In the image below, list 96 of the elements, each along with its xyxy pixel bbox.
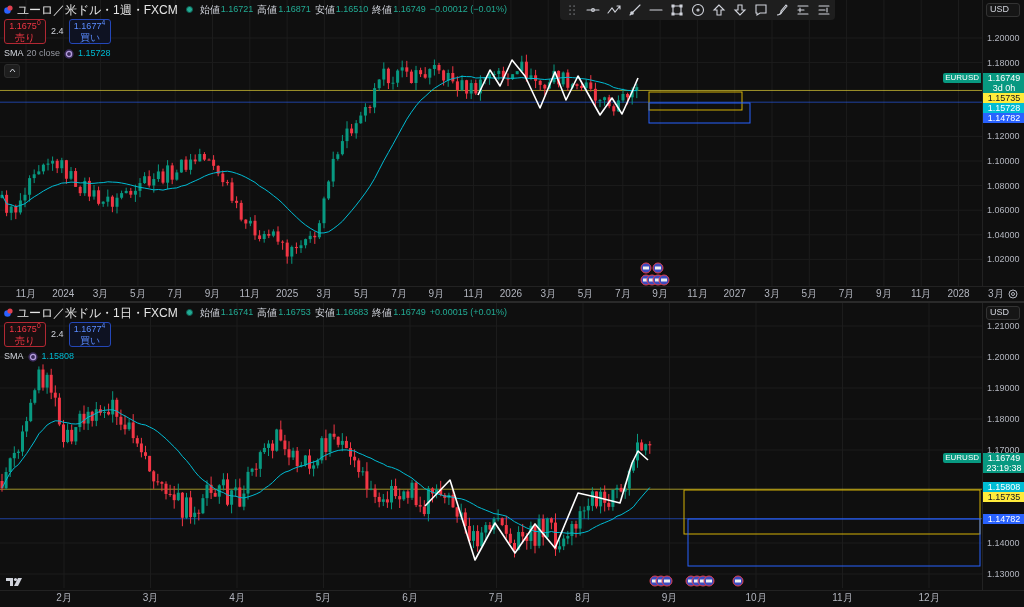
time-tick: 6月 bbox=[402, 592, 418, 604]
indicator-value: 1.15808 bbox=[41, 350, 75, 363]
last-price-label: 1.16749 23:19:38 bbox=[983, 452, 1024, 473]
ohlc-value: 1.16721 bbox=[220, 2, 254, 16]
time-tick: 11月 bbox=[15, 288, 37, 300]
ohlc-label: 始値 bbox=[199, 306, 220, 320]
last-price-label: 1.16749 3d 0h bbox=[983, 73, 1024, 93]
time-tick: 3月 bbox=[764, 288, 780, 300]
ohlc-value: 1.16871 bbox=[278, 2, 311, 16]
indicator-name: SMA bbox=[4, 47, 24, 60]
time-tick: 11月 bbox=[832, 592, 853, 604]
price-tick: 1.20000 bbox=[987, 33, 1020, 43]
price-label: 1.15728 bbox=[983, 103, 1024, 113]
time-tick: 3月 bbox=[540, 288, 556, 300]
ohlc-label: 終値 bbox=[372, 306, 393, 320]
time-tick: 7月 bbox=[167, 288, 183, 300]
price-tick: 1.02000 bbox=[987, 254, 1020, 265]
time-tick: 7月 bbox=[391, 288, 407, 300]
ohlc-label: 高値 bbox=[257, 3, 278, 17]
price-change: −0.00012 (−0.01%) bbox=[429, 2, 507, 16]
price-tick: 1.17000 bbox=[987, 445, 1020, 455]
time-tick: 2025 bbox=[275, 288, 299, 300]
time-tick: 9月 bbox=[428, 288, 445, 300]
price-label: 1.14782 bbox=[983, 113, 1024, 123]
spread-value: 2.4 bbox=[51, 25, 64, 38]
time-tick: 11月 bbox=[687, 288, 708, 300]
time-tick: 3月 bbox=[92, 288, 109, 300]
ohlc-value: 1.16753 bbox=[278, 305, 311, 319]
indicator-params: 20 close bbox=[26, 47, 61, 60]
price-label: 1.15735 bbox=[983, 491, 1024, 502]
symbol-label: EURUSD bbox=[943, 73, 981, 83]
price-label: 1.15808 bbox=[983, 481, 1024, 492]
time-tick: 5月 bbox=[130, 288, 146, 300]
ohlc-label: 終値 bbox=[372, 3, 393, 17]
time-tick: 3月 bbox=[142, 592, 159, 604]
time-tick: 5月 bbox=[353, 288, 370, 300]
time-tick: 11月 bbox=[239, 288, 260, 300]
price-tick: 1.20000 bbox=[987, 352, 1020, 362]
time-tick: 11月 bbox=[911, 288, 932, 300]
price-tick: 1.18000 bbox=[987, 414, 1020, 424]
ohlc-value: 1.16749 bbox=[393, 2, 426, 16]
price-change: +0.00015 (+0.01%) bbox=[429, 305, 507, 319]
price-tick: 1.13000 bbox=[987, 569, 1020, 579]
ohlc-label: 高値 bbox=[257, 306, 278, 320]
time-tick: 5月 bbox=[577, 288, 594, 300]
time-tick: 11月 bbox=[463, 288, 484, 300]
time-tick: 7月 bbox=[838, 288, 855, 300]
ohlc-label: 始値 bbox=[199, 3, 220, 17]
time-tick: 2027 bbox=[723, 288, 746, 300]
time-tick: 2024 bbox=[52, 288, 75, 300]
indicator-value: 1.15728 bbox=[78, 47, 111, 60]
sell-button[interactable]: 1.1675$^{0}$ 売り bbox=[4, 322, 46, 347]
price-tick: 1.14000 bbox=[987, 538, 1020, 548]
time-tick: 3月 bbox=[316, 288, 333, 300]
sell-button[interactable]: 1.1675$^{0}$ 売り bbox=[4, 19, 46, 44]
ohlc-label: 安値 bbox=[314, 3, 335, 17]
time-tick: 9月 bbox=[204, 288, 221, 300]
time-tick: 10月 bbox=[745, 592, 767, 604]
price-tick: 1.06000 bbox=[987, 205, 1020, 216]
ohlc-label: 安値 bbox=[314, 306, 335, 320]
currency-button[interactable]: USD bbox=[986, 306, 1020, 320]
time-tick: 2月 bbox=[56, 592, 72, 604]
chart-title: ユーロ／米ドル・1週・FXCM bbox=[17, 2, 178, 17]
ohlc-value: 1.16741 bbox=[220, 305, 254, 319]
indicator-name: SMA bbox=[4, 350, 24, 363]
price-tick: 1.21000 bbox=[987, 321, 1020, 331]
price-tick: 1.08000 bbox=[987, 180, 1020, 191]
time-tick: 2028 bbox=[947, 288, 970, 300]
spread-value: 2.4 bbox=[51, 328, 64, 341]
chart-title: ユーロ／米ドル・1日・FXCM bbox=[17, 305, 178, 320]
price-tick: 1.19000 bbox=[987, 383, 1020, 393]
price-tick: 1.18000 bbox=[987, 57, 1020, 68]
currency-button[interactable]: USD bbox=[986, 3, 1020, 17]
time-tick: 9月 bbox=[876, 288, 892, 300]
price-tick: 1.12000 bbox=[987, 131, 1020, 142]
time-tick: 7月 bbox=[615, 288, 631, 300]
time-tick: 8月 bbox=[575, 592, 591, 604]
time-tick: 9月 bbox=[652, 288, 668, 300]
time-tick: 12月 bbox=[918, 592, 940, 604]
price-label: 1.15735 bbox=[983, 93, 1024, 103]
ohlc-value: 1.16749 bbox=[393, 305, 426, 319]
price-label: 1.14782 bbox=[983, 513, 1024, 524]
buy-button[interactable]: 1.1677$^{4}$ 買い bbox=[68, 322, 111, 347]
price-tick: 1.04000 bbox=[987, 229, 1020, 240]
time-tick: 5月 bbox=[801, 288, 818, 300]
time-tick: 2026 bbox=[499, 288, 522, 300]
ohlc-value: 1.16683 bbox=[335, 305, 369, 319]
time-tick: 7月 bbox=[488, 592, 505, 604]
time-tick: 5月 bbox=[315, 592, 332, 604]
ohlc-value: 1.16510 bbox=[335, 2, 369, 16]
time-tick: 9月 bbox=[661, 592, 678, 604]
time-tick: 3月 bbox=[988, 288, 1004, 300]
symbol-label: EURUSD bbox=[943, 452, 981, 463]
buy-button[interactable]: 1.1677$^{4}$ 買い bbox=[68, 19, 111, 44]
time-tick: 4月 bbox=[229, 592, 245, 604]
price-tick: 1.10000 bbox=[987, 156, 1020, 166]
